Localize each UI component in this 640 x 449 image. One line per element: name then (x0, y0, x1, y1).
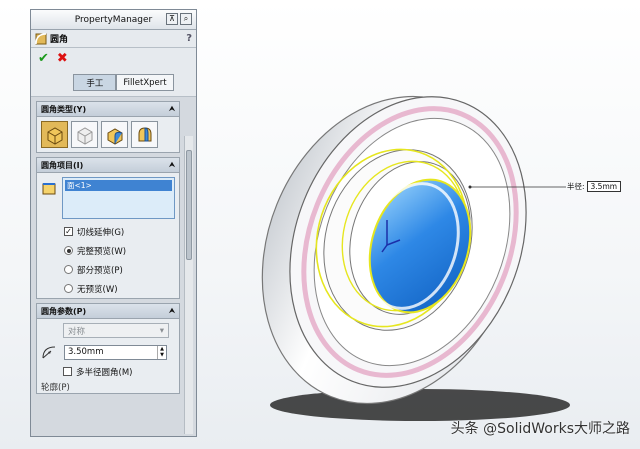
full-round-fillet-button[interactable] (131, 121, 158, 148)
floor-shadow (270, 389, 570, 421)
radius-callout[interactable]: 半径: 3.5mm (567, 181, 622, 192)
fillet-type-label: 圆角类型(Y) (41, 104, 87, 114)
inner-boss-rim (349, 161, 471, 315)
scrollbar-thumb[interactable] (186, 150, 192, 260)
panel-scrollbar[interactable] (184, 136, 193, 434)
fillet-items-group: 圆角项目(I) ⮝ 面<1> ✓ 切线延伸(G) 完整预览(W) 部分预览(P)… (36, 157, 180, 299)
outer-ring-inner-face (313, 117, 511, 367)
bore-front-rim (364, 182, 460, 310)
collapse-up-icon[interactable]: ⮝ (169, 105, 175, 114)
inner-boss-outer (323, 149, 473, 331)
axis-z (381, 244, 388, 253)
multi-radius-option[interactable]: 多半径圆角(M) (37, 362, 179, 381)
selected-fillet-edge-inner (341, 160, 467, 312)
tab-manual[interactable]: 手工 (73, 74, 117, 91)
full-round-fillet-icon (138, 126, 151, 141)
cancel-x-icon[interactable]: ✖ (57, 51, 68, 66)
ok-checkmark-icon[interactable]: ✔ (38, 51, 49, 66)
callout-anchor (468, 185, 472, 189)
partial-preview-radio[interactable] (64, 265, 73, 274)
tangent-propagation-checkbox[interactable]: ✓ (64, 227, 73, 236)
property-manager-title: PropertyManager (74, 14, 153, 25)
outer-ring-face (289, 96, 527, 388)
constant-size-fillet-icon (47, 126, 62, 145)
constant-size-fillet-button[interactable] (41, 121, 68, 148)
chevron-down-icon: ▾ (159, 325, 164, 336)
no-preview-radio[interactable] (64, 284, 73, 293)
fillet-type-header[interactable]: 圆角类型(Y) ⮝ (37, 102, 179, 117)
fillet-params-header[interactable]: 圆角参数(P) ⮝ (37, 304, 179, 319)
fillet-method-select[interactable]: 对称 ▾ (63, 323, 169, 338)
edges-faces-listbox[interactable]: 面<1> (62, 177, 175, 219)
tab-filletxpert[interactable]: FilletXpert (116, 74, 174, 91)
callout-value[interactable]: 3.5mm (586, 181, 622, 192)
mode-tabs: 手工 FilletXpert (31, 68, 196, 97)
fillet-type-group: 圆角类型(Y) ⮝ (36, 101, 180, 153)
feature-name: 圆角 (50, 35, 69, 45)
variable-size-fillet-icon (77, 126, 92, 145)
callout-label: 半径: (567, 182, 585, 191)
watermark: 头条 @SolidWorks大师之路 (450, 421, 630, 437)
outer-ring-back (261, 95, 519, 405)
multi-radius-checkbox[interactable] (63, 367, 72, 376)
outer-ring-pink-edge (301, 106, 519, 378)
fillet-items-header[interactable]: 圆角项目(I) ⮝ (37, 158, 179, 173)
property-manager-panel: PropertyManager ⊼ ⌕ 圆角 ? ✔ ✖ 手工 FilletXp… (30, 9, 197, 437)
ok-cancel-row: ✔ ✖ (31, 48, 196, 68)
axis-x (386, 239, 401, 246)
fillet-feature-icon (35, 32, 47, 44)
partial-preview-option[interactable]: 部分预览(P) (37, 260, 179, 279)
fillet-params-label: 圆角参数(P) (41, 306, 87, 316)
list-item[interactable]: 面<1> (65, 180, 172, 191)
bore-face (368, 178, 472, 314)
radius-icon (42, 346, 56, 359)
float-icon[interactable]: ⌕ (180, 13, 192, 25)
selected-fillet-edge-outer (315, 148, 469, 328)
fillet-params-group: 圆角参数(P) ⮝ 对称 ▾ 3.50mm ▲ ▼ 多半径圆角(M) 轮廓(P) (36, 303, 180, 394)
pin-icon[interactable]: ⊼ (166, 13, 178, 25)
full-preview-option[interactable]: 完整预览(W) (37, 241, 179, 260)
face-fillet-button[interactable] (101, 121, 128, 148)
fillet-items-label: 圆角项目(I) (41, 160, 84, 170)
no-preview-option[interactable]: 无预览(W) (37, 279, 179, 298)
help-icon[interactable]: ? (186, 33, 192, 44)
radius-input[interactable]: 3.50mm ▲ ▼ (64, 344, 167, 360)
full-preview-radio[interactable] (64, 246, 73, 255)
collapse-up-icon[interactable]: ⮝ (169, 307, 175, 316)
property-manager-titlebar: PropertyManager ⊼ ⌕ (31, 10, 196, 30)
radius-spinner[interactable]: ▲ ▼ (157, 345, 166, 359)
feature-header: 圆角 ? (31, 30, 196, 48)
variable-size-fillet-button[interactable] (71, 121, 98, 148)
collapse-up-icon[interactable]: ⮝ (169, 161, 175, 170)
edges-faces-icon (42, 183, 56, 195)
next-section-label: 轮廓(P) (41, 383, 70, 393)
face-fillet-icon (107, 127, 122, 145)
tangent-propagation-option[interactable]: ✓ 切线延伸(G) (37, 222, 179, 241)
